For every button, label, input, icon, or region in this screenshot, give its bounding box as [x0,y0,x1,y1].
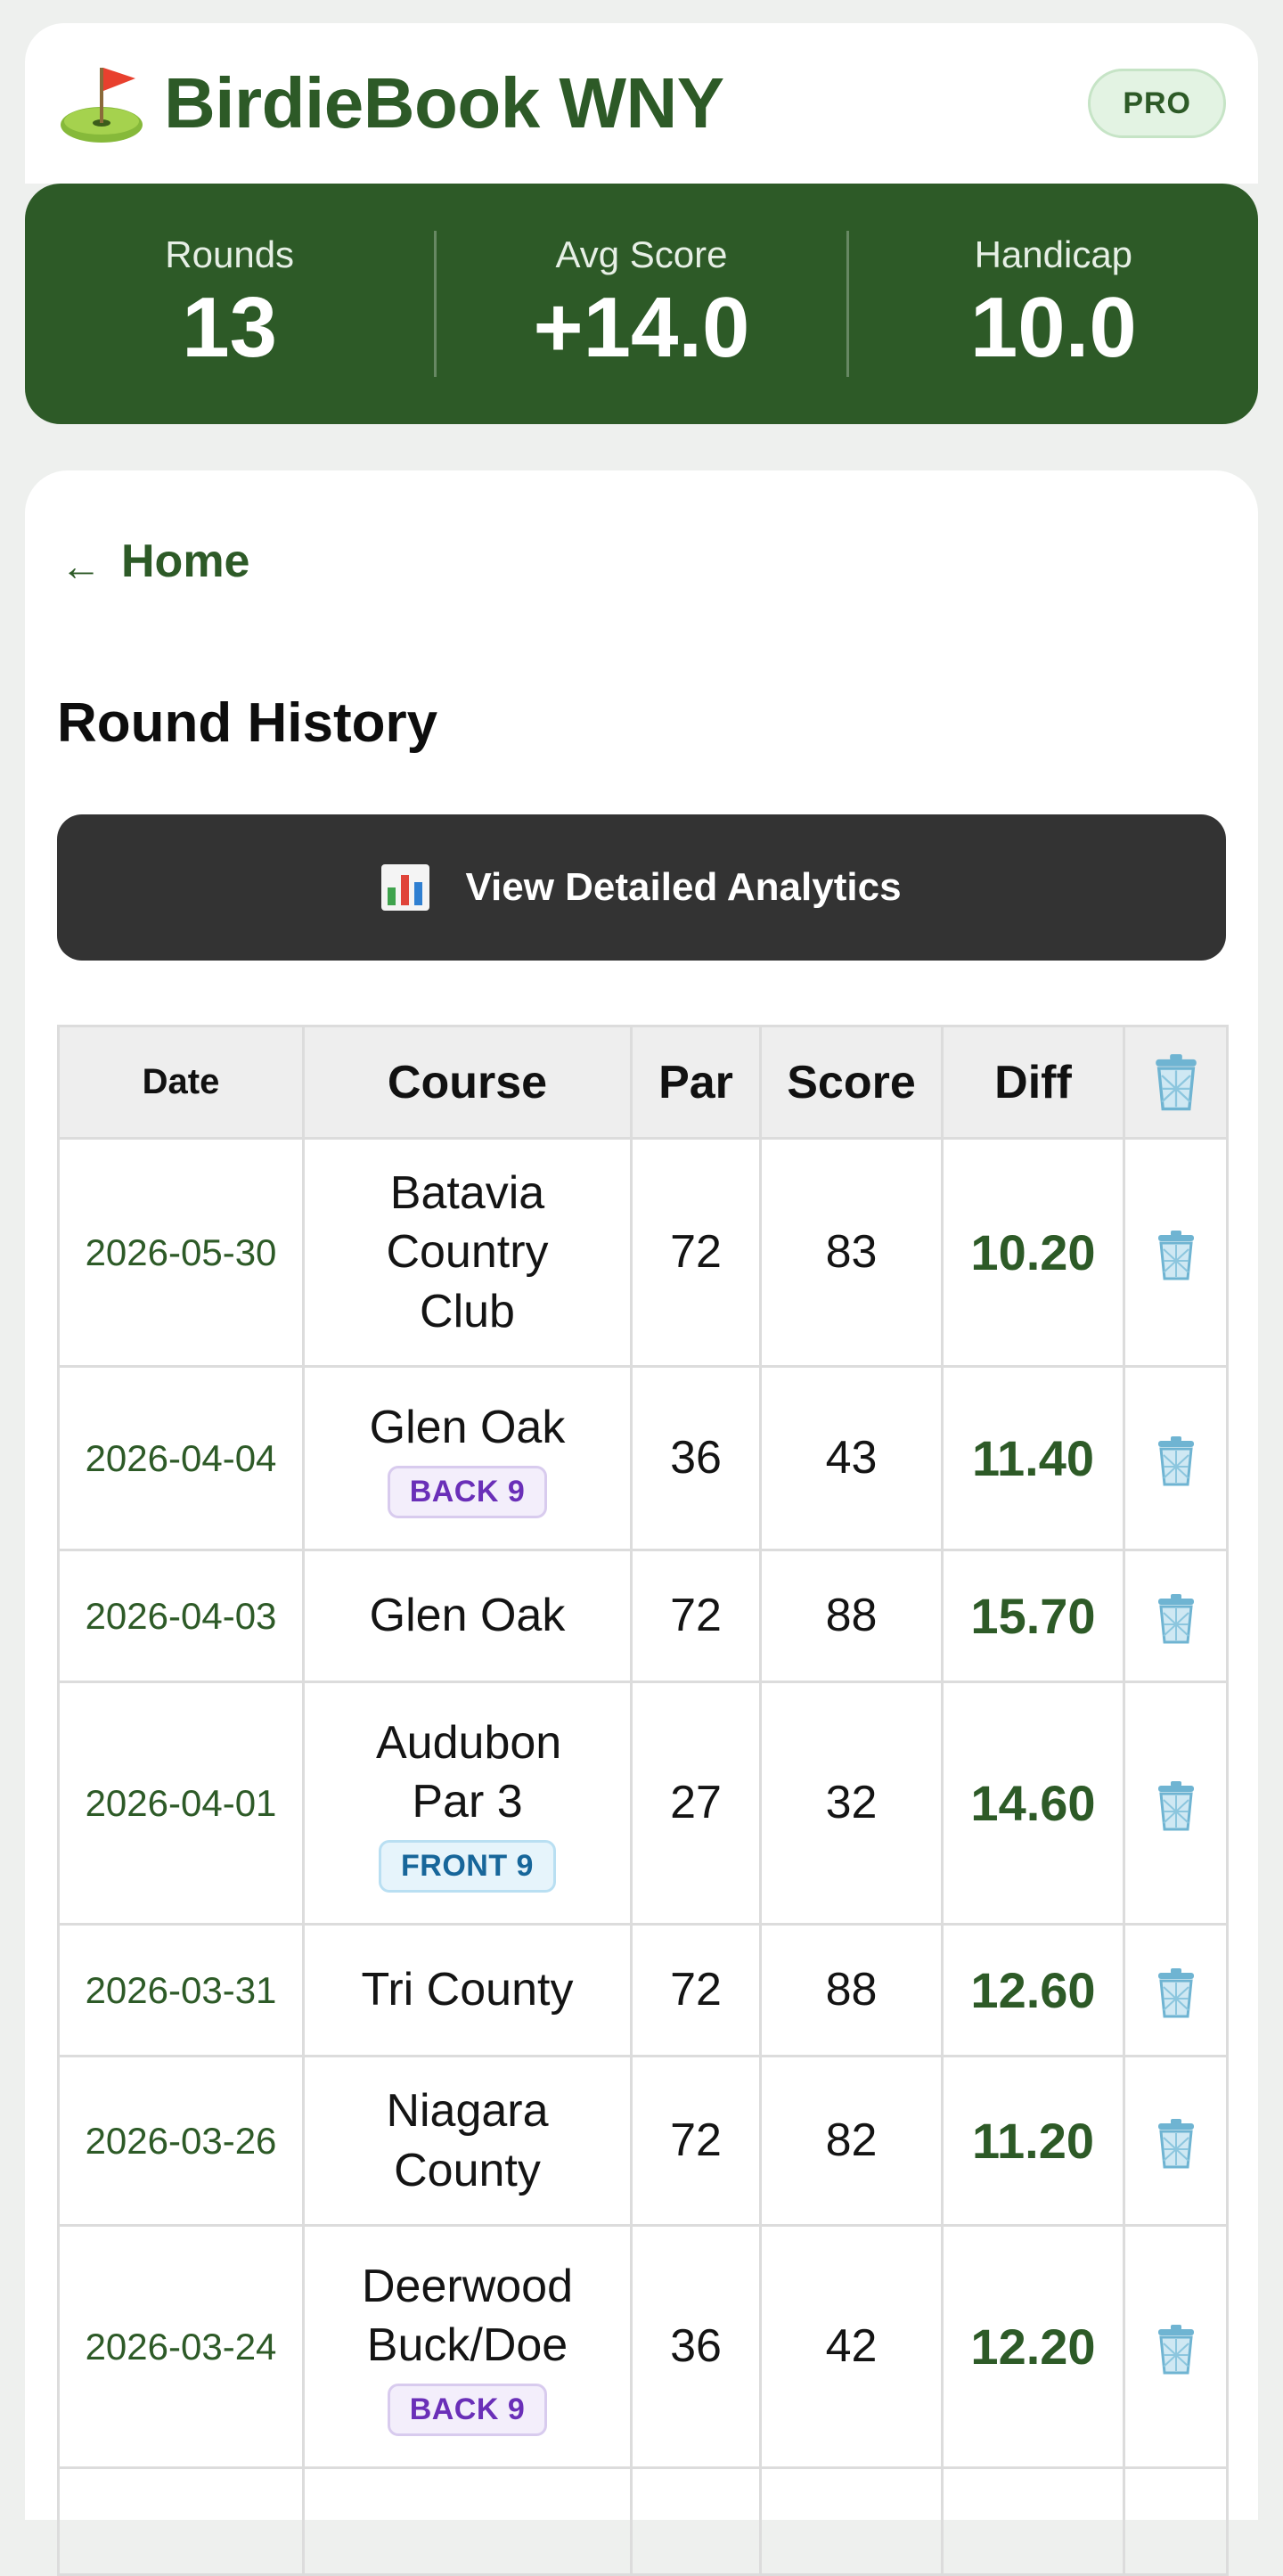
course-name: Glen Oak [369,1402,566,1454]
stat-rounds: Rounds 13 [25,233,434,374]
row-diff: 10.20 [941,1137,1125,1368]
stat-value: +14.0 [533,280,750,376]
column-header-par[interactable]: Par [630,1025,762,1140]
column-header-diff[interactable]: Diff [941,1025,1125,1140]
delete-round-button[interactable] [1155,2324,1197,2376]
round-history-table: Date Course Par Score Diff 2026-05-30 Ba… [57,1025,1229,2576]
row-score: 88 [759,1549,944,1683]
row-diff: 12.20 [941,2224,1125,2469]
round-history-table-wrap: Date Course Par Score Diff 2026-05-30 Ba… [57,1025,1229,2576]
golf-flag-icon [59,59,148,148]
row-course: Glen Oak [302,1549,633,1683]
stat-label: Handicap [974,233,1133,276]
course-name: Audubon Par 3 [376,1717,562,1828]
row-score: 82 [759,2055,944,2227]
row-score: 88 [759,1923,944,2057]
home-link[interactable]: ← Home [61,533,249,590]
table-row[interactable]: 2026-04-04 Glen Oak BACK 9 36 43 11.40 [57,1365,1229,1551]
home-link-label: Home [121,536,250,587]
stat-avg-score: Avg Score +14.0 [437,233,846,374]
row-delete [1123,1137,1229,1368]
delete-round-button[interactable] [1155,2118,1197,2170]
row-diff: 12.60 [941,1923,1125,2057]
stat-label: Avg Score [555,233,728,276]
view-analytics-label: View Detailed Analytics [465,865,902,909]
row-date: 2026-03-24 [57,2224,305,2469]
column-header-score[interactable]: Score [759,1025,944,1140]
row-delete [1123,1681,1229,1926]
row-date: 2026-03-26 [57,2055,305,2227]
row-par: 72 [630,1137,762,1368]
row-par: 72 [630,1923,762,2057]
row-course: Batavia Country Club [302,1137,633,1368]
table-header-row: Date Course Par Score Diff [57,1025,1229,1140]
front-nine-badge: FRONT 9 [379,1840,556,1893]
row-par: 36 [630,1365,762,1551]
row-diff: 11.40 [941,1365,1125,1551]
main-content: ← Home Round History View Detailed Analy… [25,470,1258,2576]
column-header-date[interactable]: Date [57,1025,305,1140]
row-diff: 11.20 [941,2055,1125,2227]
row-par: 27 [630,1681,762,1926]
row-date: 2026-04-01 [57,1681,305,1926]
course-name: Batavia Country Club [386,1167,549,1337]
bar-chart-icon [381,864,430,911]
trash-icon [1151,1053,1201,1112]
table-row[interactable]: 2026-03-31 Tri County 72 88 12.60 [57,1923,1229,2057]
back-arrow-icon: ← [61,543,102,589]
row-course: Deerwood Buck/Doe BACK 9 [302,2224,633,2469]
app-brand-title: BirdieBook WNY [164,63,724,143]
table-row[interactable]: 2026-04-01 Audubon Par 3 FRONT 9 27 32 1… [57,1681,1229,1926]
table-row[interactable]: 2026-03-24 Deerwood Buck/Doe BACK 9 36 4… [57,2224,1229,2469]
page-title: Round History [57,692,438,754]
delete-round-button[interactable] [1155,1435,1197,1487]
row-diff: 15.70 [941,1549,1125,1683]
delete-round-button[interactable] [1155,1230,1197,1281]
row-delete [1123,2055,1229,2227]
table-row[interactable]: 2026-04-03 Glen Oak 72 88 15.70 [57,1549,1229,1683]
row-delete [1123,2224,1229,2469]
column-header-delete [1123,1025,1229,1140]
app-header: BirdieBook WNY PRO [25,23,1258,184]
course-name: Deerwood Buck/Doe [361,2261,574,2372]
stat-value: 13 [182,280,278,376]
row-delete [1123,1549,1229,1683]
stats-summary: Rounds 13 Avg Score +14.0 Handicap 10.0 [25,184,1258,424]
course-name: Tri County [361,1964,574,2016]
row-date: 2026-03-31 [57,1923,305,2057]
delete-round-button[interactable] [1155,1593,1197,1645]
table-row[interactable]: 2026-05-30 Batavia Country Club 72 83 10… [57,1137,1229,1368]
row-date: 2026-04-03 [57,1549,305,1683]
delete-round-button[interactable] [1155,1967,1197,2019]
row-diff: 14.60 [941,1681,1125,1926]
stat-value: 10.0 [969,280,1137,376]
back-nine-badge: BACK 9 [387,2384,548,2436]
stat-label: Rounds [165,233,295,276]
row-par: 36 [630,2224,762,2469]
delete-round-button[interactable] [1155,1780,1197,1832]
column-header-course[interactable]: Course [302,1025,633,1140]
pro-badge: PRO [1088,69,1226,138]
course-name: Glen Oak [369,1590,566,1642]
row-delete [1123,1365,1229,1551]
row-course: Tri County [302,1923,633,2057]
table-row[interactable]: 2026-03-26 Niagara County 72 82 11.20 [57,2055,1229,2227]
row-date: 2026-05-30 [57,1137,305,1368]
row-score: 42 [759,2224,944,2469]
row-delete [1123,1923,1229,2057]
row-course: Glen Oak BACK 9 [302,1365,633,1551]
row-par: 72 [630,1549,762,1683]
course-name: Niagara County [386,2085,549,2196]
row-par: 72 [630,2055,762,2227]
row-score: 43 [759,1365,944,1551]
row-course: Audubon Par 3 FRONT 9 [302,1681,633,1926]
back-nine-badge: BACK 9 [387,1466,548,1518]
table-row[interactable] [57,2466,1229,2576]
row-score: 83 [759,1137,944,1368]
stat-handicap: Handicap 10.0 [849,233,1258,374]
row-course: Niagara County [302,2055,633,2227]
row-score: 32 [759,1681,944,1926]
row-date: 2026-04-04 [57,1365,305,1551]
view-analytics-button[interactable]: View Detailed Analytics [57,814,1226,961]
